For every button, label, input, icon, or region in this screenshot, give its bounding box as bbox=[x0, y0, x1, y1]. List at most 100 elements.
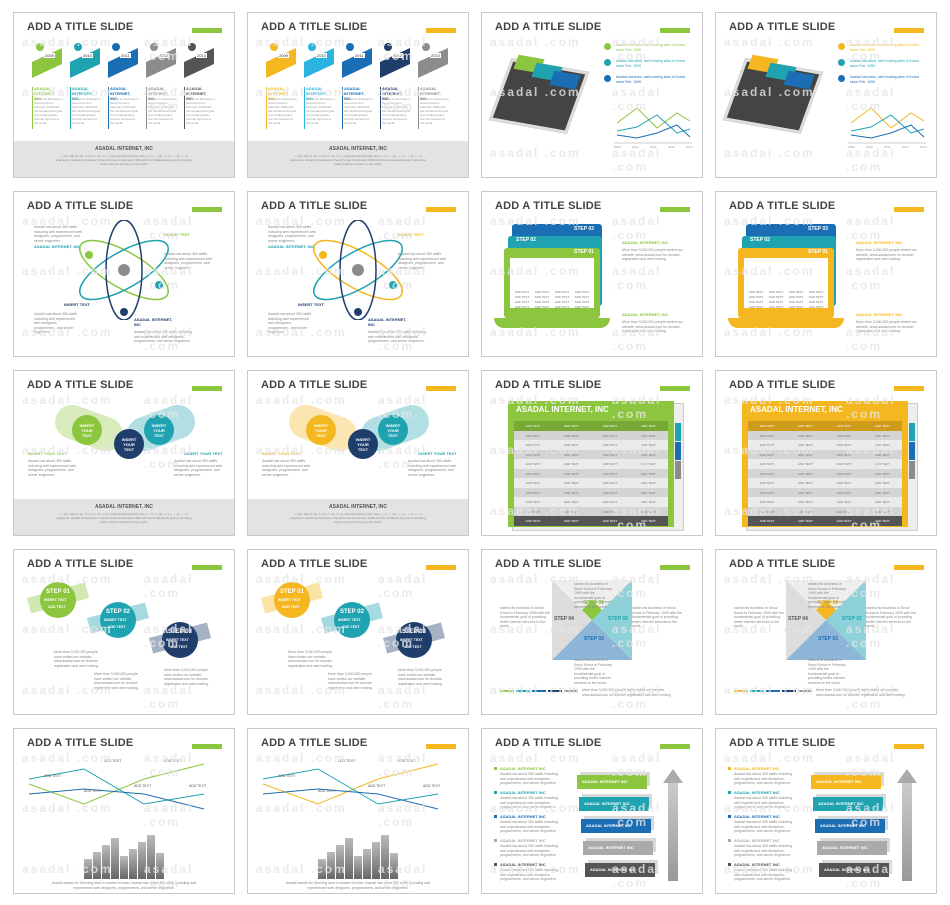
slide-thumbnail[interactable]: ADD A TITLE SLIDE asadal .com asadal .com a… bbox=[13, 12, 235, 178]
slide-thumbnail[interactable]: ADD A TITLE SLIDE asadal .com asadal .com a… bbox=[13, 549, 235, 715]
insert-label: INSERT TEXT bbox=[278, 598, 301, 602]
table-cell: ADD TEXT bbox=[808, 305, 824, 309]
step-year: 2009 bbox=[278, 53, 289, 58]
watermark: asadal .com bbox=[378, 572, 428, 600]
table-cell: ADD TEXT bbox=[602, 509, 618, 514]
slide-title: ADD A TITLE SLIDE bbox=[27, 21, 134, 33]
slide-thumbnail[interactable]: ADD A TITLE SLIDE asadal .com asadal .com a… bbox=[481, 370, 703, 536]
body-text: More than 3,000,000 people have visited … bbox=[288, 650, 333, 668]
title-tag bbox=[426, 207, 456, 212]
step-label: STEP 02 bbox=[842, 616, 862, 622]
footer-text: More than 3,000,000 people have visited … bbox=[816, 688, 906, 697]
body-text: started its business in Seoul Korea in F… bbox=[808, 658, 846, 685]
add-label: ADD TEXT bbox=[398, 759, 416, 763]
column-text: started its business in Seoul Korea in F… bbox=[268, 97, 297, 125]
item-icon bbox=[838, 75, 845, 82]
table-cell: ADD TEXT bbox=[525, 462, 541, 466]
company-label: ASADAL INTERNET INC bbox=[500, 862, 546, 867]
table-cell: ADD TEXT bbox=[514, 290, 530, 294]
slide-title: ADD A TITLE SLIDE bbox=[729, 379, 836, 391]
slide-thumbnail[interactable]: ADD A TITLE SLIDE asadal .com asadal .com a… bbox=[13, 370, 235, 536]
table-cell: ADD TEXT bbox=[748, 305, 764, 309]
insert-label: INSERT TEXT bbox=[44, 598, 67, 602]
item-text: Asadal has been, web hosting sites in Ko… bbox=[850, 43, 919, 52]
city-building bbox=[363, 849, 371, 879]
table-cell: ADD TEXT bbox=[602, 471, 618, 476]
slide-thumbnail[interactable]: ADD A TITLE SLIDE asadal .com asadal .com a… bbox=[481, 549, 703, 715]
slab-label: ASADAL INTERNET INC bbox=[816, 779, 862, 784]
company-label: ASADAL INTERNET INC bbox=[500, 814, 546, 819]
side-tab bbox=[909, 423, 915, 441]
table-cell: ADD TEXT bbox=[534, 305, 550, 309]
body-text: Asadal has about 350 staffs including we… bbox=[398, 252, 447, 270]
body-text: Asadal has about 350 staffs including we… bbox=[368, 330, 426, 343]
column-bar bbox=[380, 87, 381, 129]
slide-thumbnail[interactable]: ADD A TITLE SLIDE asadal .com asadal .com a… bbox=[715, 191, 937, 357]
table-cell: ADD TEXT bbox=[525, 500, 541, 504]
table-cell: ADD TEXT bbox=[602, 462, 618, 466]
body-text: Asadal has about 350 staffs including we… bbox=[34, 312, 78, 334]
insert-label: INSERT TEXT bbox=[298, 302, 325, 307]
table-cell: ADD TEXT bbox=[836, 462, 852, 466]
add-label: ADD TEXT bbox=[84, 789, 102, 793]
add-label: ADD TEXT bbox=[338, 759, 356, 763]
step-tab: STEP 03 bbox=[808, 226, 828, 232]
slide-thumbnail[interactable]: ADD A TITLE SLIDE asadal .com asadal .com a… bbox=[715, 549, 937, 715]
add-label: ADD TEXT bbox=[318, 789, 336, 793]
column-text: started its business in Seoul Korea in F… bbox=[148, 97, 177, 125]
slide-thumbnail[interactable]: ADD A TITLE SLIDE asadal .com asadal .com a… bbox=[247, 370, 469, 536]
table-cell: ADD TEXT bbox=[602, 452, 618, 457]
body-text: More than 3,000,000 people have visited … bbox=[94, 672, 139, 690]
slide-thumbnail[interactable]: ADD A TITLE SLIDE asadal .com asadal .com a… bbox=[715, 728, 937, 894]
slide-thumbnail[interactable]: ADD A TITLE SLIDE asadal .com asadal .com a… bbox=[715, 12, 937, 178]
step-year: 2012 bbox=[392, 53, 403, 58]
footer-title: ASADAL INTERNET, INC bbox=[95, 504, 153, 510]
city-building bbox=[138, 842, 146, 879]
slide-thumbnail[interactable]: ADD A TITLE SLIDE asadal .com asadal .com a… bbox=[13, 728, 235, 894]
insert-label: INSERT TEXT bbox=[164, 232, 191, 237]
x-tick: 2013 bbox=[920, 145, 927, 149]
slide-thumbnail[interactable]: ADD A TITLE SLIDE asadal .com asadal .com a… bbox=[481, 12, 703, 178]
table-cell: ADD TEXT bbox=[759, 490, 775, 495]
slide-thumbnail[interactable]: ADD A TITLE SLIDE asadal .com asadal .com a… bbox=[247, 549, 469, 715]
arrow-shaft bbox=[902, 781, 912, 881]
slide-thumbnail[interactable]: ADD A TITLE SLIDE asadal .com asadal .com a… bbox=[247, 12, 469, 178]
table-cell: ADD TEXT bbox=[641, 500, 656, 504]
table-cell: ADD TEXT bbox=[574, 290, 590, 294]
step-year: 2013 bbox=[430, 53, 441, 58]
step-label: STEP 04 bbox=[554, 616, 574, 622]
title-tag bbox=[192, 207, 222, 212]
company-label: ASADAL INTERNET, INC bbox=[856, 312, 903, 317]
add-label: ADD TEXT bbox=[404, 645, 422, 649]
table-cell: ADD TEXT bbox=[564, 433, 579, 438]
city-building bbox=[129, 849, 137, 879]
slide-thumbnail[interactable]: ADD A TITLE SLIDE asadal .com asadal .com a… bbox=[481, 191, 703, 357]
title-tag bbox=[894, 207, 924, 212]
slide-thumbnail[interactable]: ADD A TITLE SLIDE asadal .com asadal .com a… bbox=[481, 728, 703, 894]
legend-bar bbox=[766, 690, 780, 692]
table-cell: ADD TEXT bbox=[798, 462, 813, 466]
table-cell: ADD TEXT bbox=[759, 452, 775, 457]
table-cell: ADD TEXT bbox=[836, 481, 852, 485]
slide-title: ADD A TITLE SLIDE bbox=[495, 200, 602, 212]
line-chart bbox=[848, 107, 926, 144]
insert-label: INSERT TEXT bbox=[104, 618, 127, 622]
watermark: asadal .com bbox=[846, 214, 896, 242]
watermark: asadal .com bbox=[846, 264, 896, 292]
slide-thumbnail[interactable]: ADD A TITLE SLIDE asadal .com asadal .com a… bbox=[247, 191, 469, 357]
city-building bbox=[111, 838, 119, 879]
step-label: STEP 03 bbox=[584, 636, 604, 642]
body-text: Asadal has about 350 staffs including we… bbox=[268, 312, 312, 334]
step-icon bbox=[36, 43, 44, 51]
slide-thumbnail[interactable]: ADD A TITLE SLIDE asadal .com asadal .com a… bbox=[715, 370, 937, 536]
title-tag bbox=[660, 207, 690, 212]
slide-thumbnail[interactable]: ADD A TITLE SLIDE asadal .com asadal .com a… bbox=[13, 191, 235, 357]
circle-label: INSERT YOUR TEXT bbox=[151, 423, 167, 438]
watermark: asadal .com bbox=[612, 264, 662, 292]
slide-thumbnail[interactable]: ADD A TITLE SLIDE asadal .com asadal .com a… bbox=[247, 728, 469, 894]
table-cell: ADD TEXT bbox=[564, 443, 579, 447]
folder-tray bbox=[728, 318, 844, 328]
body-text: Asadal has about 350 staffs including we… bbox=[164, 252, 213, 270]
legend-bar bbox=[516, 690, 530, 692]
city-building bbox=[381, 835, 389, 879]
